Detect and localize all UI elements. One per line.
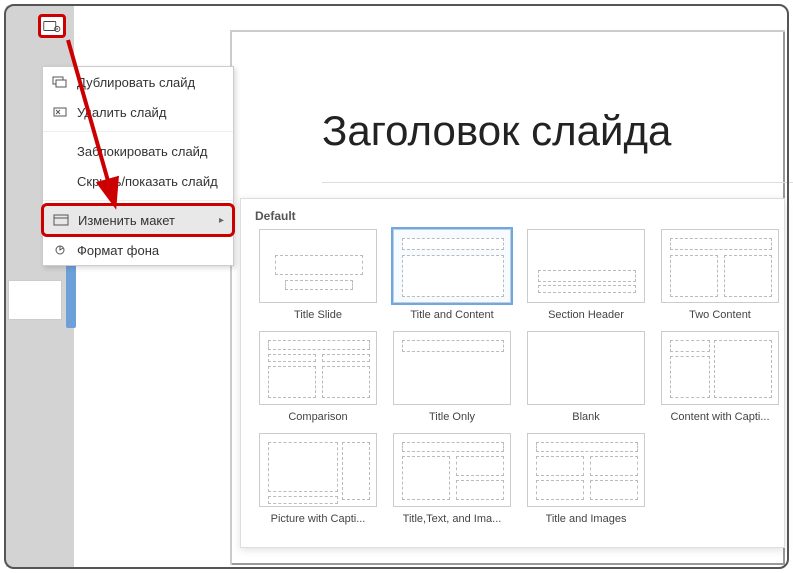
background-icon xyxy=(51,243,69,257)
layout-thumbnail xyxy=(661,229,779,303)
menu-item-label: Заблокировать слайд xyxy=(77,144,208,159)
layout-option-two-content[interactable]: Two Content xyxy=(657,229,783,321)
slide-selection-indicator xyxy=(66,258,76,328)
menu-change-layout[interactable]: Изменить макет ▸ xyxy=(41,203,235,237)
layout-option-title-content[interactable]: Title and Content xyxy=(389,229,515,321)
layout-thumbnail xyxy=(661,331,779,405)
slide-gear-icon xyxy=(43,19,61,33)
spacer-icon xyxy=(51,174,69,188)
layout-grid: Title Slide Title and Content Section Head… xyxy=(241,229,784,539)
layout-icon xyxy=(52,213,70,227)
menu-item-label: Дублировать слайд xyxy=(77,75,195,90)
layout-label: Title Slide xyxy=(294,309,342,321)
slide-thumbnail[interactable] xyxy=(8,280,62,320)
layout-thumbnail xyxy=(259,229,377,303)
layout-option-picture-caption[interactable]: Picture with Capti... xyxy=(255,433,381,525)
layout-label: Blank xyxy=(572,411,600,423)
layout-thumbnail xyxy=(527,229,645,303)
layout-label: Section Header xyxy=(548,309,624,321)
layout-label: Title,Text, and Ima... xyxy=(403,513,502,525)
layout-option-blank[interactable]: Blank xyxy=(523,331,649,423)
menu-background-format[interactable]: Формат фона xyxy=(43,235,233,265)
menu-item-label: Формат фона xyxy=(77,243,159,258)
layout-label: Title Only xyxy=(429,411,475,423)
delete-slide-icon xyxy=(51,105,69,119)
layout-option-comparison[interactable]: Comparison xyxy=(255,331,381,423)
slide-options-button[interactable] xyxy=(38,14,66,38)
layout-thumbnail xyxy=(527,433,645,507)
menu-item-label: Удалить слайд xyxy=(77,105,166,120)
layout-label: Title and Content xyxy=(410,309,493,321)
layout-thumbnail xyxy=(393,229,511,303)
layout-option-title-images[interactable]: Title and Images xyxy=(523,433,649,525)
layout-option-title-only[interactable]: Title Only xyxy=(389,331,515,423)
slide-content-placeholder[interactable] xyxy=(322,182,793,183)
layout-option-content-caption[interactable]: Content with Capti... xyxy=(657,331,783,423)
menu-separator xyxy=(43,131,233,132)
layout-label: Title and Images xyxy=(546,513,627,525)
chevron-right-icon: ▸ xyxy=(219,215,224,226)
layout-label: Two Content xyxy=(689,309,751,321)
menu-delete-slide[interactable]: Удалить слайд xyxy=(43,97,233,127)
layout-label: Picture with Capti... xyxy=(271,513,366,525)
layout-selection-panel: Default Title Slide Title and Content Sect… xyxy=(240,198,785,548)
layout-thumbnail xyxy=(259,331,377,405)
menu-item-label: Изменить макет xyxy=(78,213,175,228)
layout-option-title-text-image[interactable]: Title,Text, and Ima... xyxy=(389,433,515,525)
slide-context-menu: Дублировать слайд Удалить слайд Заблокир… xyxy=(42,66,234,266)
duplicate-icon xyxy=(51,75,69,89)
layout-group-header: Default xyxy=(241,199,784,229)
menu-hide-slide[interactable]: Скрыть/показать слайд xyxy=(43,166,233,196)
layout-thumbnail xyxy=(259,433,377,507)
menu-duplicate-slide[interactable]: Дублировать слайд xyxy=(43,67,233,97)
layout-thumbnail xyxy=(527,331,645,405)
menu-separator xyxy=(43,200,233,201)
layout-thumbnail xyxy=(393,433,511,507)
slide-title-text[interactable]: Заголовок слайда xyxy=(322,107,671,155)
layout-option-section-header[interactable]: Section Header xyxy=(523,229,649,321)
layout-option-title-slide[interactable]: Title Slide xyxy=(255,229,381,321)
layout-thumbnail xyxy=(393,331,511,405)
menu-item-label: Скрыть/показать слайд xyxy=(77,174,218,189)
menu-lock-slide[interactable]: Заблокировать слайд xyxy=(43,136,233,166)
layout-label: Content with Capti... xyxy=(670,411,769,423)
layout-label: Comparison xyxy=(288,411,347,423)
spacer-icon xyxy=(51,144,69,158)
